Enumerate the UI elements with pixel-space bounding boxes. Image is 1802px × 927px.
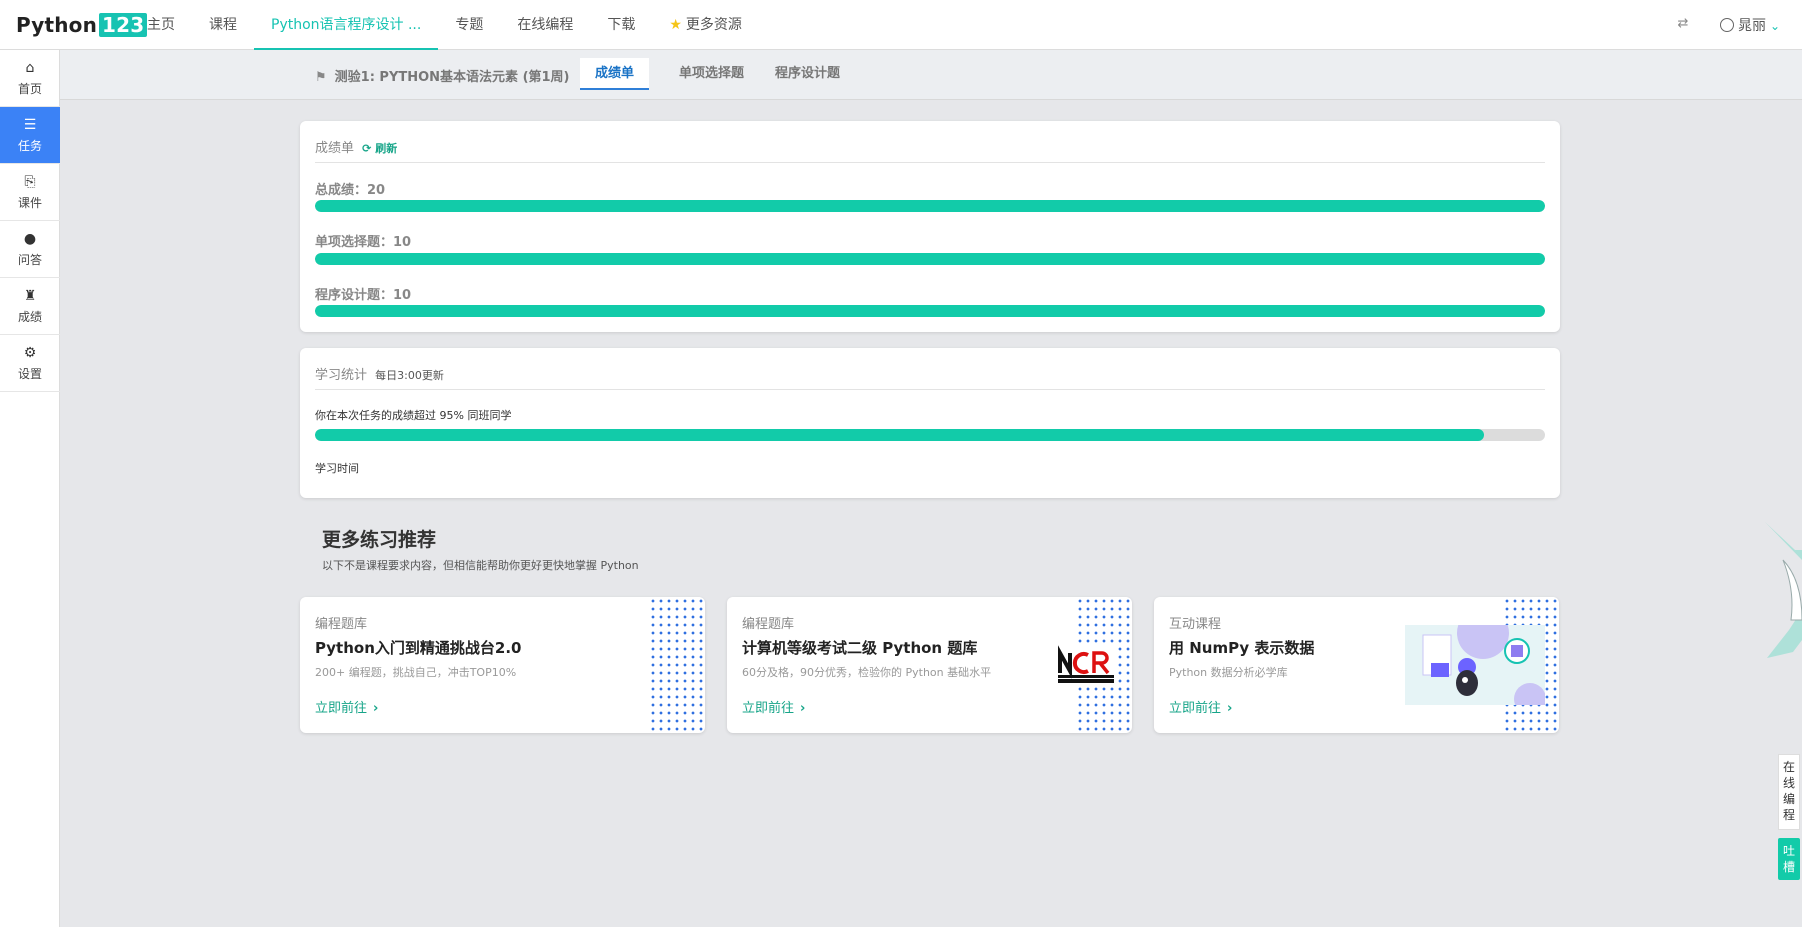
- ncre-logo: [1056, 645, 1116, 685]
- sidebar-item-grades[interactable]: ♜ 成绩: [0, 278, 60, 335]
- sidebar-item-label: 首页: [17, 82, 42, 96]
- score-card-header: 成绩单 ⟳ 刷新: [315, 137, 1545, 163]
- translate-icon[interactable]: ⇄: [1674, 14, 1692, 34]
- nav-online-coding[interactable]: 在线编程: [500, 0, 590, 50]
- rank-bar: [315, 429, 1545, 441]
- tasks-icon: ☰: [23, 117, 37, 133]
- card-title: Python入门到精通挑战台2.0: [315, 639, 522, 657]
- card-category: 互动课程: [1169, 617, 1222, 632]
- score-card-title: 成绩单: [315, 141, 355, 156]
- chevron-down-icon: ⌄: [1770, 19, 1781, 33]
- nav-more-resources[interactable]: ★ 更多资源: [652, 0, 759, 50]
- study-time-label: 学习时间: [315, 462, 359, 475]
- sidebar-item-label: 任务: [17, 139, 42, 153]
- star-icon: ★: [669, 17, 682, 33]
- recommend-card-ncre[interactable]: 编程题库 计算机等级考试二级 Python 题库 60分及格，90分优秀，检验你…: [727, 597, 1132, 733]
- sidebar-item-courseware[interactable]: ⎘ 课件: [0, 164, 60, 221]
- sidebar-item-label: 问答: [17, 253, 42, 267]
- sidebar-item-label: 成绩: [17, 310, 42, 324]
- recommend-title: 更多练习推荐: [322, 529, 437, 551]
- sidebar-item-label: 设置: [17, 367, 42, 381]
- card-title: 用 NumPy 表示数据: [1169, 639, 1315, 657]
- nav-courses[interactable]: 课程: [192, 0, 254, 50]
- online-coding-float-button[interactable]: 在线编程: [1778, 754, 1800, 830]
- go-link[interactable]: 立即前往 ›: [1169, 697, 1232, 716]
- sidebar-item-qa[interactable]: ● 问答: [0, 221, 60, 278]
- tab-scores[interactable]: 成绩单: [580, 58, 650, 90]
- quiz-title: ⚑ 测验1: PYTHON基本语法元素 (第1周): [315, 66, 570, 85]
- stats-card-title: 学习统计: [315, 368, 368, 383]
- nav-current-course[interactable]: Python语言程序设计 ...: [254, 0, 439, 50]
- quiz-subnav: ⚑ 测验1: PYTHON基本语法元素 (第1周) 成绩单 单项选择题 程序设计题: [60, 50, 1802, 100]
- tab-single-choice[interactable]: 单项选择题: [664, 58, 759, 90]
- rank-bar-fill: [315, 429, 1484, 441]
- chevron-right-icon: ›: [800, 701, 806, 716]
- flag-icon: ⚑: [315, 70, 327, 85]
- nav-home[interactable]: 主页: [130, 0, 192, 50]
- refresh-label: 刷新: [375, 142, 398, 155]
- top-navbar: Python 123 主页 课程 Python语言程序设计 ... 专题 在线编程…: [0, 0, 1802, 50]
- quiz-title-text: 测验1: PYTHON基本语法元素 (第1周): [334, 70, 570, 85]
- program-score-bar-fill: [315, 305, 1545, 317]
- home-icon: ⌂: [25, 60, 35, 76]
- sidebar-item-settings[interactable]: ⚙ 设置: [0, 335, 60, 392]
- recommend-card-challenge[interactable]: 编程题库 Python入门到精通挑战台2.0 200+ 编程题，挑战自己，冲击T…: [300, 597, 705, 733]
- card-description: 60分及格，90分优秀，检验你的 Python 基础水平: [742, 666, 992, 679]
- go-link-label: 立即前往: [742, 701, 795, 716]
- stats-card: 学习统计 每日3:00更新 你在本次任务的成绩超过 95% 同班同学 学习时间: [300, 348, 1560, 498]
- program-score-label: 程序设计题：10: [315, 288, 412, 303]
- left-sidebar: ⌂ 首页 ☰ 任务 ⎘ 课件 ● 问答 ♜ 成绩 ⚙ 设置: [0, 50, 60, 927]
- rank-text: 你在本次任务的成绩超过 95% 同班同学: [315, 409, 512, 422]
- dot-pattern-decoration: [649, 597, 705, 733]
- sidebar-item-tasks[interactable]: ☰ 任务: [0, 107, 60, 164]
- sidebar-item-home[interactable]: ⌂ 首页: [0, 50, 60, 107]
- refresh-button[interactable]: ⟳ 刷新: [362, 142, 397, 155]
- card-description: Python 数据分析必学库: [1169, 666, 1288, 679]
- feedback-float-button[interactable]: 吐槽: [1778, 838, 1800, 880]
- user-menu[interactable]: 晁丽 ⌄: [1720, 15, 1780, 35]
- score-card: 成绩单 ⟳ 刷新 总成绩：20 单项选择题：10 程序设计题：10: [300, 121, 1560, 332]
- choice-score-bar: [315, 253, 1545, 265]
- total-score-bar-fill: [315, 200, 1545, 212]
- main-nav: 主页 课程 Python语言程序设计 ... 专题 在线编程 下载 ★ 更多资源: [130, 0, 759, 50]
- gear-icon: ⚙: [23, 345, 37, 361]
- paperclip-icon: ⎘: [24, 174, 36, 190]
- logo[interactable]: Python 123: [16, 13, 148, 37]
- comments-icon: ●: [23, 231, 37, 247]
- logo-text: Python: [16, 13, 98, 37]
- go-link-label: 立即前往: [315, 701, 368, 716]
- numpy-illustration: [1405, 625, 1545, 705]
- stats-update-note: 每日3:00更新: [375, 369, 444, 382]
- card-category: 编程题库: [742, 617, 795, 632]
- recommend-subtitle: 以下不是课程要求内容，但相信能帮助你更好更快地掌握 Python: [322, 559, 639, 572]
- tab-programming[interactable]: 程序设计题: [760, 58, 855, 90]
- choice-score-label: 单项选择题：10: [315, 235, 412, 250]
- card-description: 200+ 编程题，挑战自己，冲击TOP10%: [315, 666, 517, 679]
- sidebar-item-label: 课件: [17, 196, 42, 210]
- recommend-card-numpy[interactable]: 互动课程 用 NumPy 表示数据 Python 数据分析必学库 立即前往 ›: [1154, 597, 1559, 733]
- total-score-label: 总成绩：20: [315, 183, 386, 198]
- trophy-icon: ♜: [23, 288, 37, 304]
- chevron-right-icon: ›: [373, 701, 379, 716]
- total-score-bar: [315, 200, 1545, 212]
- card-category: 编程题库: [315, 617, 368, 632]
- nav-more-resources-label: 更多资源: [685, 17, 742, 33]
- user-name: 晁丽: [1738, 18, 1766, 34]
- go-link-label: 立即前往: [1169, 701, 1222, 716]
- nav-download[interactable]: 下载: [590, 0, 652, 50]
- program-score-bar: [315, 305, 1545, 317]
- chevron-right-icon: ›: [1227, 701, 1233, 716]
- go-link[interactable]: 立即前往 ›: [742, 697, 805, 716]
- go-link[interactable]: 立即前往 ›: [315, 697, 378, 716]
- stats-card-header: 学习统计 每日3:00更新: [315, 364, 1545, 390]
- character-decoration: [1765, 522, 1802, 658]
- user-icon: [1720, 18, 1734, 32]
- card-title: 计算机等级考试二级 Python 题库: [742, 639, 978, 657]
- nav-topics[interactable]: 专题: [438, 0, 500, 50]
- choice-score-bar-fill: [315, 253, 1545, 265]
